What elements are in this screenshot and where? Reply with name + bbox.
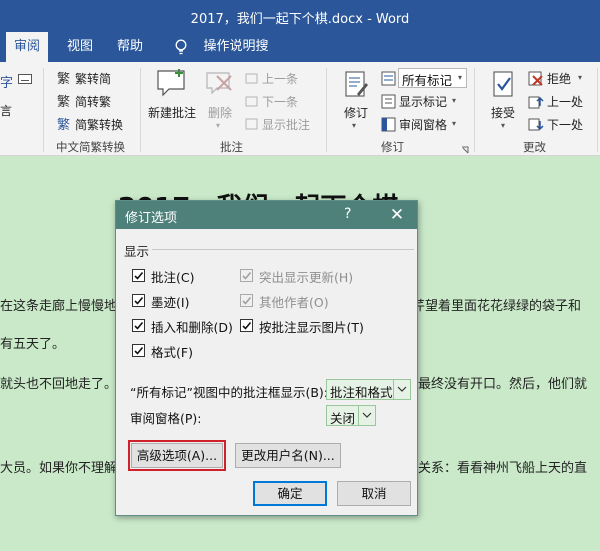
tab-view[interactable]: 视图: [62, 32, 98, 62]
markup-view-select[interactable]: 所有标记 ▾: [398, 68, 467, 88]
section-show-label: 显示: [124, 244, 150, 259]
reviewing-pane-icon: [381, 117, 396, 132]
reject-icon: [528, 71, 543, 86]
chevron-down-icon: [397, 386, 407, 392]
ribbon-tab-bar: 审阅 视图 帮助 操作说明搜索: [0, 32, 600, 84]
next-comment-icon: [245, 96, 258, 107]
new-comment-icon: [157, 69, 185, 97]
show-markup-button[interactable]: 显示标记: [399, 93, 447, 110]
next-change-icon: [528, 118, 544, 131]
change-username-button[interactable]: 更改用户名(N)...: [235, 443, 341, 468]
other-authors-checkbox-label[interactable]: 其他作者(O): [259, 292, 329, 311]
formatting-checkbox[interactable]: [132, 344, 145, 357]
group-label-tracking: 修订: [381, 140, 404, 154]
insertions-deletions-checkbox[interactable]: [132, 319, 145, 332]
next-comment-button[interactable]: 下一条: [262, 93, 298, 110]
doc-line-2: 有五天了。: [0, 337, 66, 352]
previous-change-icon: [528, 96, 544, 109]
track-changes-button[interactable]: 修订: [344, 104, 368, 121]
lightbulb-icon: [175, 39, 187, 55]
accept-icon: [493, 71, 513, 97]
delete-comment-icon: [206, 72, 232, 95]
dialog-title: 修订选项: [125, 211, 178, 226]
tab-help[interactable]: 帮助: [112, 32, 148, 62]
delete-comment-button[interactable]: 删除: [208, 104, 232, 121]
convert-icon: 繁: [57, 117, 70, 132]
highlight-updates-checkbox[interactable]: [240, 269, 253, 282]
ink-checkbox-label[interactable]: 墨迹(I): [151, 292, 189, 311]
chevron-down-icon: ▾: [457, 73, 462, 82]
show-comments-icon: [245, 118, 258, 130]
balloons-label: “所有标记”视图中的批注框显示(B):: [130, 385, 328, 400]
previous-change-button[interactable]: 上一处: [547, 93, 583, 110]
svg-text:繁: 繁: [57, 117, 70, 132]
simp-to-trad-button[interactable]: 简转繁: [75, 93, 111, 110]
group-label-changes: 更改: [523, 140, 546, 154]
dialog-title-bar[interactable]: 修订选项 ? ✕: [116, 201, 417, 229]
comments-checkbox[interactable]: [132, 269, 145, 282]
chevron-down-icon: [362, 412, 372, 418]
doc-line-4: 大员。如果你不理解: [0, 461, 118, 476]
highlight-updates-checkbox-label[interactable]: 突出显示更新(H): [259, 267, 353, 286]
section-divider: [152, 249, 414, 250]
accept-button[interactable]: 接受: [491, 104, 515, 121]
track-changes-options-dialog: 修订选项 ? ✕ 显示 批注(C) 墨迹(I) 插入和删除(D) 格式(F) 突…: [115, 200, 418, 516]
cancel-button[interactable]: 取消: [337, 481, 411, 506]
previous-comment-icon: [245, 73, 258, 84]
reviewing-pane-dropdown-arrow[interactable]: [358, 406, 375, 425]
pictures-by-comments-checkbox[interactable]: [240, 319, 253, 332]
reject-button[interactable]: 拒绝: [547, 70, 571, 87]
pictures-by-comments-checkbox-label[interactable]: 按批注显示图片(T): [259, 317, 364, 336]
keyboard-icon: [18, 74, 32, 84]
help-icon[interactable]: ?: [344, 206, 351, 222]
advanced-options-button[interactable]: 高级选项(A)...: [128, 440, 226, 471]
group-label-chinese: 中文简繁转换: [56, 140, 125, 154]
show-markup-icon: [381, 94, 396, 109]
window-title: 2017，我们一起下个棋.docx - Word: [190, 12, 410, 27]
ribbon: 字 言 繁 繁转简 繁 简转繁 繁 简繁转换 中文简繁转换 新建批注 删除 ▾ …: [0, 62, 600, 156]
doc-line-3-tail: 最终没有开口。然后，他们就: [418, 377, 588, 392]
ink-checkbox[interactable]: [132, 294, 145, 307]
balloons-dropdown-arrow[interactable]: [393, 380, 410, 399]
group-label-comments: 批注: [220, 140, 243, 154]
simp-to-trad-icon: 繁: [57, 94, 70, 109]
insertions-deletions-checkbox-label[interactable]: 插入和删除(D): [151, 317, 233, 336]
ribbon-partial-bottom[interactable]: 言: [0, 102, 12, 119]
balloons-select-value: 批注和格式: [330, 385, 393, 400]
reviewing-pane-label: 审阅窗格(P):: [130, 411, 202, 426]
doc-line-1-tail: 芹望着里面花花绿绿的袋子和: [412, 299, 582, 314]
dialog-launcher-icon[interactable]: [461, 146, 469, 154]
balloons-select[interactable]: 批注和格式: [326, 379, 411, 400]
reviewing-pane-select-value: 关闭: [330, 411, 356, 426]
show-comments-button[interactable]: 显示批注: [262, 116, 310, 133]
track-changes-icon: [345, 71, 368, 97]
next-change-button[interactable]: 下一处: [547, 116, 583, 133]
other-authors-checkbox[interactable]: [240, 294, 253, 307]
trad-to-simp-icon: 繁: [57, 71, 70, 86]
title-bar: 2017，我们一起下个棋.docx - Word: [0, 0, 600, 32]
markup-view-value: 所有标记: [402, 73, 453, 88]
ok-button[interactable]: 确定: [253, 481, 327, 506]
trad-to-simp-button[interactable]: 繁转简: [75, 70, 111, 87]
close-icon[interactable]: ✕: [382, 203, 412, 227]
doc-line-3: 就头也不回地走了。: [0, 377, 118, 392]
svg-text:繁: 繁: [57, 94, 70, 109]
previous-comment-button[interactable]: 上一条: [262, 70, 298, 87]
formatting-checkbox-label[interactable]: 格式(F): [151, 342, 193, 361]
reviewing-pane-select[interactable]: 关闭: [326, 405, 376, 426]
markup-view-icon: [381, 71, 396, 86]
tab-review[interactable]: 审阅: [6, 32, 48, 62]
svg-text:繁: 繁: [57, 71, 70, 86]
new-comment-button[interactable]: 新建批注: [148, 104, 196, 121]
reviewing-pane-button[interactable]: 审阅窗格: [399, 116, 447, 133]
doc-line-4-tail: 关系：看看神州飞船上天的直: [418, 461, 588, 476]
doc-line-1: 在这条走廊上慢慢地: [0, 299, 118, 314]
convert-button[interactable]: 简繁转换: [75, 116, 123, 133]
ribbon-partial-top[interactable]: 字: [0, 72, 13, 91]
tell-me-search[interactable]: 操作说明搜索: [198, 32, 274, 84]
comments-checkbox-label[interactable]: 批注(C): [151, 267, 194, 286]
